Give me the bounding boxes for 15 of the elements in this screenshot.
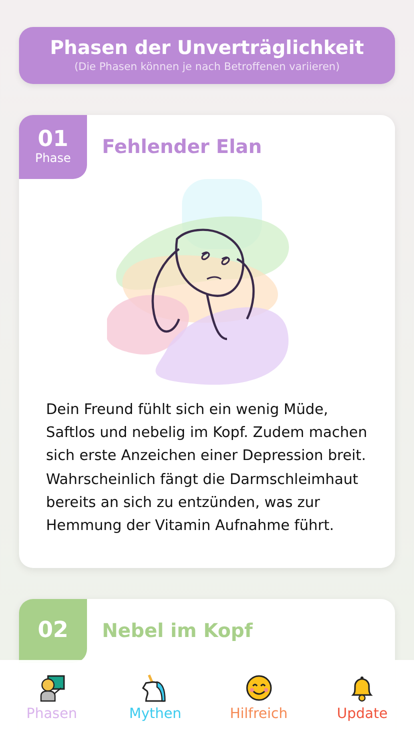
nav-tab[interactable]: Hilfreich xyxy=(214,670,304,726)
header-title: Phasen der Unverträglichkeit xyxy=(50,37,364,59)
teacher-icon xyxy=(38,674,66,702)
bell-icon xyxy=(349,674,376,702)
phase-title: Fehlender Elan xyxy=(102,135,262,158)
smiley-icon xyxy=(244,674,273,702)
phase-number: 02 xyxy=(38,620,68,642)
phase-description: Dein Freund fühlt sich ein wenig Müde, Saftlos und nebelig im Kopf. Zudem machen sich erste Anzeichen einer Depression breit. Wahrscheinlich fängt die Darmschleimhaut bereits an sich zu entzünden, was zur Hemmung der Vitamin Aufnahme führt. xyxy=(45,401,368,536)
phase-number: 01 xyxy=(38,129,68,151)
header-subtitle: (Die Phasen können je nach Betroffenen variieren) xyxy=(74,61,340,73)
phase-title: Nebel im Kopf xyxy=(102,619,253,642)
nav-tab[interactable]: Mythen xyxy=(110,670,200,726)
nav-tab[interactable]: Phasen xyxy=(6,670,97,726)
nav-tab[interactable]: Update xyxy=(317,670,408,726)
phase-label: Phase xyxy=(35,151,71,165)
